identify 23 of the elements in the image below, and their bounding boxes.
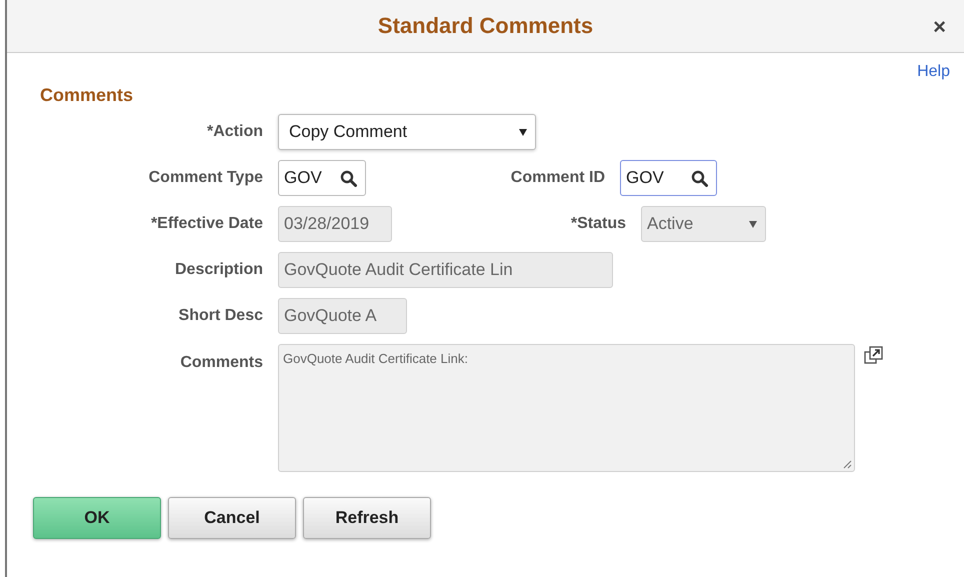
field-label: Description	[174, 261, 264, 279]
lookup-field[interactable]: GOV	[278, 160, 366, 196]
lookup-field[interactable]: GOV	[620, 160, 717, 196]
field-label: *Effective Date	[150, 215, 264, 233]
section-title: Comments	[40, 85, 134, 106]
search-icon[interactable]	[340, 170, 357, 186]
expand-icon[interactable]	[864, 346, 883, 365]
action-button[interactable]: Cancel	[168, 497, 296, 539]
dropdown-field[interactable]: Copy Comment	[278, 114, 536, 150]
field-label: Comment Type	[148, 169, 264, 187]
close-button[interactable]: ×	[929, 14, 950, 40]
ok-button[interactable]: OK	[33, 497, 161, 539]
field-label: Comment ID	[510, 169, 606, 187]
window-title: Standard Comments	[378, 13, 594, 39]
action-button[interactable]: Refresh	[303, 497, 431, 539]
field-label: Short Desc	[178, 307, 264, 325]
dropdown-caret-icon	[519, 128, 527, 136]
field-label: *Status	[570, 215, 627, 233]
help-link[interactable]: Help	[917, 63, 950, 83]
search-icon[interactable]	[691, 170, 708, 186]
dropdown-caret-icon	[749, 220, 757, 228]
field-label: *Action	[206, 123, 264, 141]
field-label: Comments	[179, 353, 264, 372]
